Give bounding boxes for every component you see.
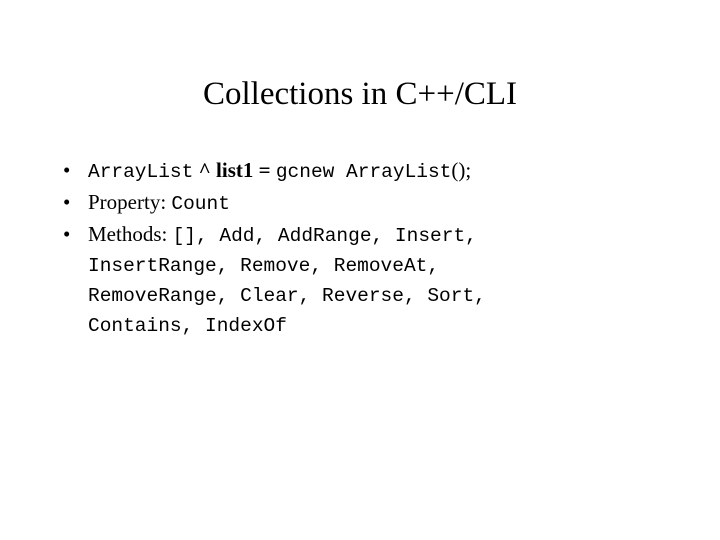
text-run: ^ list1 = [193, 158, 276, 182]
list-item: • Methods: [], Add, AddRange, Insert, Ins… [57, 219, 677, 341]
text-run: Property: [88, 190, 172, 214]
methods-line-4: Contains, IndexOf [88, 315, 287, 337]
list-item-text: Property: Count [88, 187, 677, 219]
code-run: ArrayList [88, 161, 194, 183]
methods-line-2: InsertRange, Remove, RemoveAt, [88, 255, 440, 277]
list-item: • ArrayList ^ list1 = gcnew ArrayList(); [57, 155, 677, 187]
list-item-text: ArrayList ^ list1 = gcnew ArrayList(); [88, 155, 677, 187]
bullet-icon: • [63, 222, 71, 246]
page-title: Collections in C++/CLI [202, 76, 518, 112]
code-run: [], Add, AddRange, Insert, [172, 225, 477, 247]
code-run: gcnew ArrayList [275, 161, 452, 183]
list-item: • Property: Count [57, 187, 677, 219]
bullet-icon: • [63, 190, 71, 214]
slide: Collections in C++/CLI • ArrayList ^ lis… [0, 0, 720, 540]
list-item-text: Methods: [], Add, AddRange, Insert, Inser… [88, 219, 677, 341]
bullet-icon: • [63, 158, 71, 182]
code-run: Count [171, 193, 230, 215]
methods-line-1: Methods: [], Add, AddRange, Insert, [88, 219, 677, 251]
text-run: (); [451, 158, 472, 182]
slide-body: • ArrayList ^ list1 = gcnew ArrayList();… [57, 155, 677, 341]
text-run: Methods: [88, 222, 173, 246]
methods-line-3: RemoveRange, Clear, Reverse, Sort, [88, 285, 486, 307]
